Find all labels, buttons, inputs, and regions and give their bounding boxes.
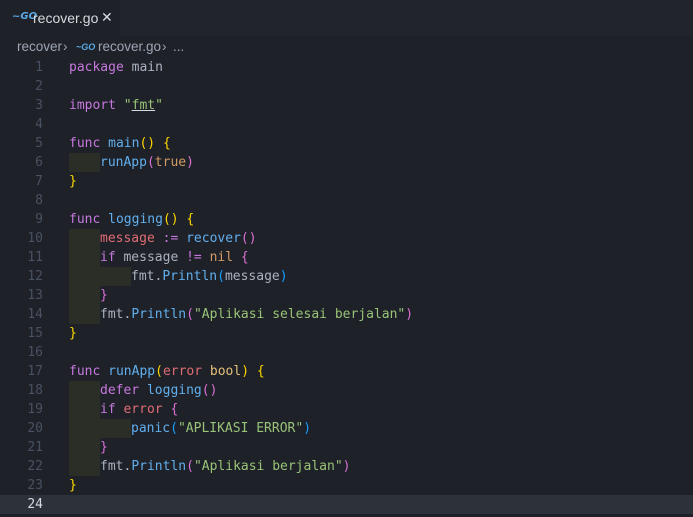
line-number: 14: [27, 307, 43, 322]
code-line[interactable]: 7 }: [0, 172, 693, 191]
line-number: 5: [35, 136, 43, 151]
line-number: 20: [27, 421, 43, 436]
indent-guide: [69, 419, 100, 438]
indent-guide: [69, 229, 100, 248]
code-text: func logging() {: [69, 212, 195, 227]
code-line[interactable]: 13 }: [0, 286, 693, 305]
code-text: defer logging(): [100, 383, 218, 398]
line-number: 10: [27, 231, 43, 246]
code-line[interactable]: 12 fmt.Println(message): [0, 267, 693, 286]
code-line[interactable]: 18 defer logging(): [0, 381, 693, 400]
code-line[interactable]: 6 runApp(true): [0, 153, 693, 172]
indent-guide: [69, 248, 100, 267]
code-line[interactable]: 10 message := recover(): [0, 229, 693, 248]
line-number: 1: [35, 60, 43, 75]
code-line[interactable]: 8: [0, 191, 693, 210]
code-text: panic("APLIKASI ERROR"): [131, 421, 312, 436]
code-text: runApp(true): [100, 155, 194, 170]
code-line[interactable]: 22 fmt.Println("Aplikasi berjalan"): [0, 457, 693, 476]
line-number: 21: [27, 440, 43, 455]
line-number: 19: [27, 402, 43, 417]
code-line[interactable]: 16: [0, 343, 693, 362]
code-line[interactable]: 14 fmt.Println("Aplikasi selesai berjala…: [0, 305, 693, 324]
code-text: fmt.Println("Aplikasi selesai berjalan"): [100, 307, 414, 322]
code-text: }: [69, 326, 77, 341]
indent-guide: [100, 267, 131, 286]
line-number: 8: [35, 193, 43, 208]
breadcrumb-file[interactable]: recover.go: [98, 39, 161, 54]
code-text: func runApp(error bool) {: [69, 364, 265, 379]
line-number: 22: [27, 459, 43, 474]
line-number: 7: [35, 174, 43, 189]
line-number: 4: [35, 117, 43, 132]
code-line[interactable]: 1 package main: [0, 58, 693, 77]
indent-guide: [69, 381, 100, 400]
chevron-right-icon: ›: [162, 39, 167, 54]
close-icon[interactable]: ✕: [101, 9, 113, 26]
indent-guide: [69, 267, 100, 286]
breadcrumb-more[interactable]: ...: [173, 39, 184, 54]
line-number: 16: [27, 345, 43, 360]
code-line[interactable]: 2: [0, 77, 693, 96]
tab-label: recover.go: [33, 10, 99, 26]
indent-guide: [69, 305, 100, 324]
tab-recover-go[interactable]: ~GO recover.go ✕: [0, 0, 120, 36]
code-line[interactable]: 15 }: [0, 324, 693, 343]
code-text: }: [69, 478, 77, 493]
code-line[interactable]: 5 func main() {: [0, 134, 693, 153]
code-text: }: [100, 440, 108, 455]
code-line[interactable]: 9 func logging() {: [0, 210, 693, 229]
indent-guide: [100, 419, 131, 438]
line-number: 13: [27, 288, 43, 303]
indent-guide: [69, 400, 100, 419]
code-line[interactable]: 21 }: [0, 438, 693, 457]
code-text: message := recover(): [100, 231, 257, 246]
code-line[interactable]: 11 if message != nil {: [0, 248, 693, 267]
current-code-line[interactable]: 24: [0, 495, 693, 514]
code-text: }: [100, 288, 108, 303]
code-editor[interactable]: 1 package main 2 3 import "fmt" 4 5 func…: [0, 58, 693, 517]
indent-guide: [69, 153, 100, 172]
line-number: 2: [35, 79, 43, 94]
indent-guide: [69, 438, 100, 457]
code-text: import "fmt": [69, 98, 163, 113]
code-line[interactable]: 23 }: [0, 476, 693, 495]
line-number: 23: [27, 478, 43, 493]
line-number: 3: [35, 98, 43, 113]
code-text: package main: [69, 60, 163, 75]
code-line[interactable]: 4: [0, 115, 693, 134]
code-text: fmt.Println(message): [131, 269, 288, 284]
line-number: 9: [35, 212, 43, 227]
code-text: if error {: [100, 402, 179, 417]
code-text: }: [69, 174, 77, 189]
breadcrumb-folder[interactable]: recover: [17, 39, 62, 54]
line-number: 17: [27, 364, 43, 379]
line-number: 11: [27, 250, 43, 265]
line-number: 24: [27, 497, 43, 512]
go-file-icon: ~GO: [76, 42, 96, 52]
tab-bar: ~GO recover.go ✕: [0, 0, 693, 36]
code-text: fmt.Println("Aplikasi berjalan"): [100, 459, 351, 474]
line-number: 6: [35, 155, 43, 170]
chevron-right-icon: ›: [63, 39, 68, 54]
breadcrumb: recover › ~GO recover.go › ...: [0, 36, 693, 58]
code-line[interactable]: 20 panic("APLIKASI ERROR"): [0, 419, 693, 438]
line-number: 18: [27, 383, 43, 398]
indent-guide: [69, 457, 100, 476]
line-number: 15: [27, 326, 43, 341]
code-text: func main() {: [69, 136, 171, 151]
code-line[interactable]: 3 import "fmt": [0, 96, 693, 115]
code-line[interactable]: 19 if error {: [0, 400, 693, 419]
indent-guide: [69, 286, 100, 305]
code-line[interactable]: 17 func runApp(error bool) {: [0, 362, 693, 381]
line-number: 12: [27, 269, 43, 284]
code-text: if message != nil {: [100, 250, 249, 265]
